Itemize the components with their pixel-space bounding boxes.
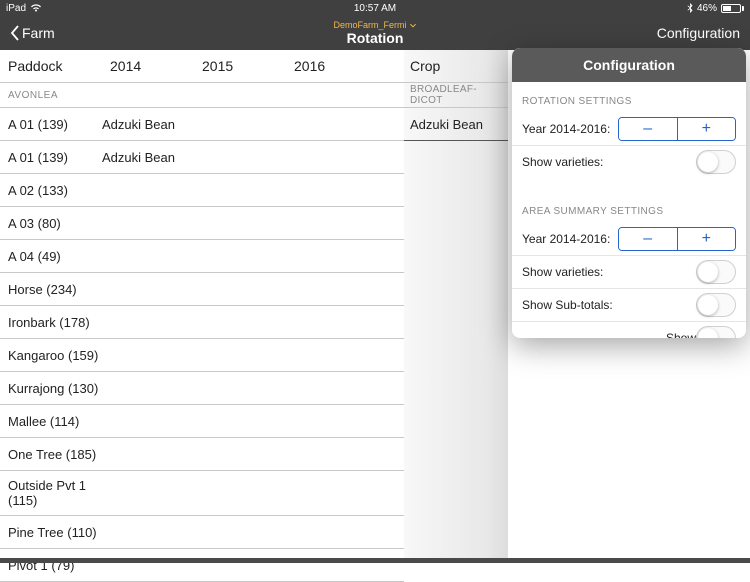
paddock-cell: Ironbark (178): [0, 315, 102, 330]
back-button[interactable]: Farm: [10, 25, 55, 41]
chevron-left-icon: [10, 25, 20, 41]
paddock-cell: One Tree (185): [0, 447, 102, 462]
popover-title: Configuration: [512, 48, 746, 82]
chevron-down-icon: [410, 23, 417, 28]
paddock-cell: Kurrajong (130): [0, 381, 102, 396]
table-row[interactable]: Kangaroo (159): [0, 339, 404, 372]
area-varieties-label: Show varieties:: [522, 265, 696, 279]
table-row[interactable]: Horse (234): [0, 273, 404, 306]
status-time: 10:57 AM: [354, 3, 396, 14]
table-row[interactable]: Ironbark (178): [0, 306, 404, 339]
section-broadleaf: BROADLEAF-DICOT: [404, 83, 508, 108]
paddock-cell: Horse (234): [0, 282, 102, 297]
stepper-minus[interactable]: –: [619, 118, 678, 140]
paddock-cell: Mallee (114): [0, 414, 102, 429]
table-row[interactable]: One Tree (185): [0, 438, 404, 471]
table-row[interactable]: A 03 (80): [0, 207, 404, 240]
area-year-label: Year 2014-2016:: [522, 232, 618, 246]
paddock-cell: A 03 (80): [0, 216, 102, 231]
col-2016[interactable]: 2016: [286, 58, 378, 74]
battery-icon: [721, 4, 744, 13]
table-row[interactable]: Mallee (114): [0, 405, 404, 438]
table-row[interactable]: Pivot 1 (79): [0, 549, 404, 582]
table-row[interactable]: A 04 (49): [0, 240, 404, 273]
paddock-cell: A 02 (133): [0, 183, 102, 198]
paddock-cell: A 04 (49): [0, 249, 102, 264]
status-bar: iPad 10:57 AM 46%: [0, 0, 750, 16]
stepper-plus[interactable]: +: [678, 118, 736, 140]
rotation-settings-header: ROTATION SETTINGS: [512, 82, 746, 113]
farm-selector[interactable]: DemoFarm_Fermi: [333, 20, 416, 30]
area-year-stepper[interactable]: – +: [618, 227, 736, 251]
section-avonlea: AVONLEA: [0, 83, 404, 108]
col-2015[interactable]: 2015: [194, 58, 286, 74]
table-row[interactable]: Kurrajong (130): [0, 372, 404, 405]
paddock-cell: Pine Tree (110): [0, 525, 102, 540]
device-label: iPad: [6, 3, 26, 14]
stepper-minus[interactable]: –: [619, 228, 678, 250]
bottom-bar: [0, 558, 750, 563]
rotation-varieties-toggle[interactable]: [696, 150, 736, 174]
show-subtotals-label: Show Sub-totals:: [522, 298, 696, 312]
paddock-cell: Kangaroo (159): [0, 348, 102, 363]
col-crop[interactable]: Crop: [404, 50, 508, 83]
paddock-table: Paddock 2014 2015 2016 AVONLEA A 01 (139…: [0, 50, 404, 563]
stepper-plus[interactable]: +: [678, 228, 736, 250]
area-varieties-toggle[interactable]: [696, 260, 736, 284]
paddock-cell: A 01 (139): [0, 150, 102, 165]
configuration-popover: Configuration ROTATION SETTINGS Year 201…: [512, 48, 746, 338]
back-label: Farm: [22, 25, 55, 41]
battery-pct: 46%: [697, 3, 717, 14]
year-2014-cell: Adzuki Bean: [102, 150, 194, 165]
crop-row[interactable]: Adzuki Bean: [404, 108, 508, 141]
show-varieties-label: Show varieties:: [522, 155, 696, 169]
col-2014[interactable]: 2014: [102, 58, 194, 74]
show-toggle[interactable]: [696, 326, 736, 338]
table-row[interactable]: A 01 (139)Adzuki Bean: [0, 141, 404, 174]
year-range-label: Year 2014-2016:: [522, 122, 618, 136]
bluetooth-icon: [687, 3, 693, 13]
subtotals-toggle[interactable]: [696, 293, 736, 317]
col-paddock[interactable]: Paddock: [0, 58, 102, 74]
area-summary-header: AREA SUMMARY SETTINGS: [512, 192, 746, 223]
table-row[interactable]: A 01 (139)Adzuki Bean: [0, 108, 404, 141]
wifi-icon: [30, 4, 42, 12]
farm-name-label: DemoFarm_Fermi: [333, 20, 406, 30]
page-title: Rotation: [333, 30, 416, 46]
configuration-button[interactable]: Configuration: [657, 25, 740, 41]
table-row[interactable]: Pine Tree (110): [0, 516, 404, 549]
table-row[interactable]: Outside Pvt 1(115): [0, 471, 404, 516]
nav-bar: Farm DemoFarm_Fermi Rotation Configurati…: [0, 16, 750, 50]
show-label: Show: [522, 331, 696, 338]
paddock-cell: Outside Pvt 1(115): [0, 478, 102, 508]
crop-table: Crop BROADLEAF-DICOT Adzuki Bean: [404, 50, 508, 563]
year-2014-cell: Adzuki Bean: [102, 117, 194, 132]
table-row[interactable]: A 02 (133): [0, 174, 404, 207]
rotation-year-stepper[interactable]: – +: [618, 117, 736, 141]
paddock-cell: A 01 (139): [0, 117, 102, 132]
